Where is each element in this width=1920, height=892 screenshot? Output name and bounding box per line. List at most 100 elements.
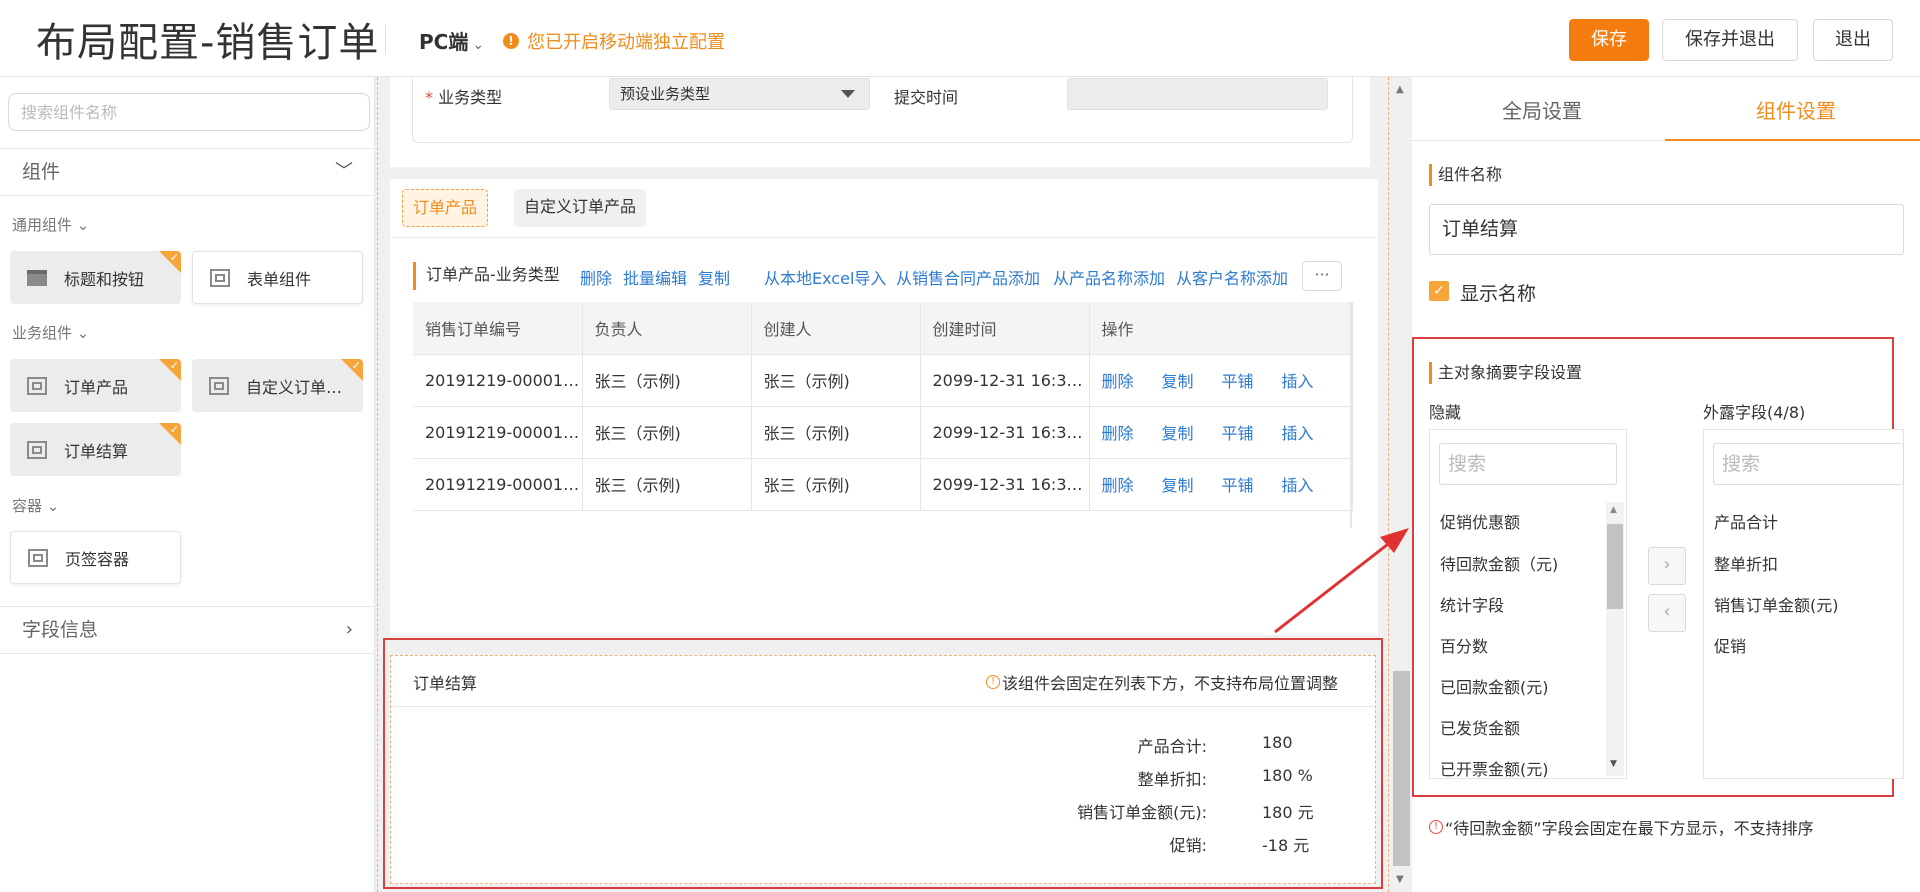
hidden-search-input[interactable]: 搜索 xyxy=(1439,443,1617,485)
group-container[interactable]: 容器 ⌄ xyxy=(12,495,59,516)
row-insert-link[interactable]: 插入 xyxy=(1282,476,1314,495)
add-from-customer-link[interactable]: 从客户名称添加 xyxy=(1176,265,1288,289)
add-from-contract-link[interactable]: 从销售合同产品添加 xyxy=(896,265,1040,289)
row-insert-link[interactable]: 插入 xyxy=(1282,424,1314,443)
add-from-product-link[interactable]: 从产品名称添加 xyxy=(1053,265,1165,289)
summary-value: 180 xyxy=(1262,733,1293,752)
scroll-down-icon[interactable]: ▼ xyxy=(1396,874,1404,885)
hidden-column-label: 隐藏 xyxy=(1429,403,1462,422)
hidden-field-item[interactable]: 已开票金额(元) xyxy=(1440,756,1549,780)
scroll-up-icon[interactable]: ▲ xyxy=(1396,84,1404,95)
row-tile-link[interactable]: 平铺 xyxy=(1222,372,1254,391)
scroll-up-icon[interactable]: ▲ xyxy=(1610,505,1617,515)
exposed-field-item[interactable]: 产品合计 xyxy=(1714,509,1778,533)
cell-creator: 张三（示例) xyxy=(751,354,921,407)
cell-created-time: 2099-12-31 16:31… xyxy=(920,406,1090,459)
cell-order-id: 20191219-00001… xyxy=(413,406,583,459)
hidden-field-item[interactable]: 待回款金额（元) xyxy=(1440,551,1558,575)
component-icon xyxy=(27,376,47,395)
scroll-down-icon[interactable]: ▼ xyxy=(1610,759,1617,769)
tab-order-products[interactable]: 订单产品 xyxy=(402,189,489,227)
move-right-button[interactable]: › xyxy=(1648,547,1686,585)
fields-section-header[interactable]: 字段信息 › xyxy=(0,606,375,654)
row-delete-link[interactable]: 删除 xyxy=(1102,476,1134,495)
submit-time-label: 提交时间 xyxy=(894,88,959,107)
hidden-list-scroll-thumb[interactable] xyxy=(1607,524,1623,609)
group-general[interactable]: 通用组件 ⌄ xyxy=(12,214,89,235)
exposed-field-item[interactable]: 促销 xyxy=(1714,633,1746,657)
save-button[interactable]: 保存 xyxy=(1569,19,1649,61)
canvas-scroll-thumb[interactable] xyxy=(1393,671,1410,866)
component-icon xyxy=(210,268,230,287)
batch-edit-link[interactable]: 批量编辑 xyxy=(623,265,687,289)
component-label: 页签容器 xyxy=(65,549,130,569)
exposed-search-input[interactable]: 搜索 xyxy=(1713,443,1904,485)
hidden-field-item[interactable]: 已发货金额 xyxy=(1440,715,1520,739)
summary-label: 促销: xyxy=(1169,836,1207,855)
exposed-field-item[interactable]: 销售订单金额(元) xyxy=(1714,592,1839,616)
hidden-field-item[interactable]: 已回款金额(元) xyxy=(1440,674,1549,698)
copy-link[interactable]: 复制 xyxy=(698,265,730,289)
exposed-column-label: 外露字段(4/8) xyxy=(1703,403,1806,422)
hidden-field-item[interactable]: 统计字段 xyxy=(1440,592,1504,616)
warning-icon: ! xyxy=(503,33,519,49)
component-tab-container[interactable]: 页签容器 xyxy=(10,531,181,584)
tab-global-settings[interactable]: 全局设置 xyxy=(1502,95,1582,124)
component-title-buttons[interactable]: 标题和按钮 ✓ xyxy=(10,251,181,304)
row-delete-link[interactable]: 删除 xyxy=(1102,372,1134,391)
import-excel-link[interactable]: 从本地Excel导入 xyxy=(764,265,886,289)
cell-creator: 张三（示例) xyxy=(751,406,921,459)
fields-title: 字段信息 xyxy=(22,619,99,641)
row-delete-link[interactable]: 删除 xyxy=(1102,424,1134,443)
component-label: 标题和按钮 xyxy=(64,269,145,289)
component-icon xyxy=(28,548,48,567)
mode-dropdown[interactable]: PC端 ⌄ xyxy=(419,26,484,55)
row-copy-link[interactable]: 复制 xyxy=(1162,476,1194,495)
business-type-label: * 业务类型 xyxy=(425,84,502,108)
cell-order-id: 20191219-00001… xyxy=(413,458,583,511)
delete-link[interactable]: 删除 xyxy=(580,265,612,289)
component-form[interactable]: 表单组件 xyxy=(192,251,363,304)
order-products-table: 销售订单编号 负责人 创建人 创建时间 操作 20191219-00001… 张… xyxy=(413,302,1353,511)
show-name-checkbox[interactable]: ✓ xyxy=(1429,281,1449,301)
components-section-header[interactable]: 组件 ﹀ xyxy=(0,148,375,196)
component-order-products[interactable]: 订单产品 ✓ xyxy=(10,359,181,412)
move-left-button[interactable]: ‹ xyxy=(1648,594,1686,632)
summary-tip-text: 该组件会固定在列表下方，不支持布局位置调整 xyxy=(1001,674,1338,693)
tab-component-settings[interactable]: 组件设置 xyxy=(1756,95,1836,124)
submit-time-input[interactable] xyxy=(1067,78,1328,110)
hidden-field-item[interactable]: 百分数 xyxy=(1440,633,1488,657)
table-row: 20191219-00001… 张三（示例) 张三（示例) 2099-12-31… xyxy=(413,406,1353,459)
table-header-row: 销售订单编号 负责人 创建人 创建时间 操作 xyxy=(413,302,1353,355)
check-icon: ✓ xyxy=(351,359,361,372)
show-name-label: 显示名称 xyxy=(1460,283,1537,305)
row-insert-link[interactable]: 插入 xyxy=(1282,372,1314,391)
component-search-input[interactable] xyxy=(8,93,370,131)
business-type-select[interactable]: 预设业务类型 xyxy=(609,78,870,110)
component-name-input[interactable]: 订单结算 xyxy=(1429,204,1904,255)
component-label: 表单组件 xyxy=(247,269,312,289)
row-tile-link[interactable]: 平铺 xyxy=(1222,476,1254,495)
caret-down-icon xyxy=(841,90,855,98)
summary-divider xyxy=(392,706,1374,707)
header-divider xyxy=(385,25,386,53)
exit-button[interactable]: 退出 xyxy=(1813,19,1893,61)
table-horizontal-scroll[interactable] xyxy=(1350,302,1352,528)
component-custom-order-products[interactable]: 自定义订单产品 ✓ xyxy=(192,359,363,412)
component-order-summary[interactable]: 订单结算 ✓ xyxy=(10,423,181,476)
check-icon: ✓ xyxy=(169,423,179,436)
cell-order-id: 20191219-00001… xyxy=(413,354,583,407)
row-copy-link[interactable]: 复制 xyxy=(1162,424,1194,443)
row-tile-link[interactable]: 平铺 xyxy=(1222,424,1254,443)
cell-created-time: 2099-12-31 16:31… xyxy=(920,354,1090,407)
component-label: 订单产品 xyxy=(64,377,129,397)
tab-custom-order-products[interactable]: 自定义订单产品 xyxy=(514,189,647,227)
hidden-field-item[interactable]: 促销优惠额 xyxy=(1440,509,1520,533)
row-copy-link[interactable]: 复制 xyxy=(1162,372,1194,391)
cell-actions: 删除 复制 平铺 插入 xyxy=(1089,354,1353,407)
exposed-field-item[interactable]: 整单折扣 xyxy=(1714,551,1778,575)
save-exit-button[interactable]: 保存并退出 xyxy=(1662,19,1798,61)
column-header: 负责人 xyxy=(582,302,752,355)
more-actions-button[interactable]: ··· xyxy=(1302,261,1342,291)
group-business[interactable]: 业务组件 ⌄ xyxy=(12,322,89,343)
